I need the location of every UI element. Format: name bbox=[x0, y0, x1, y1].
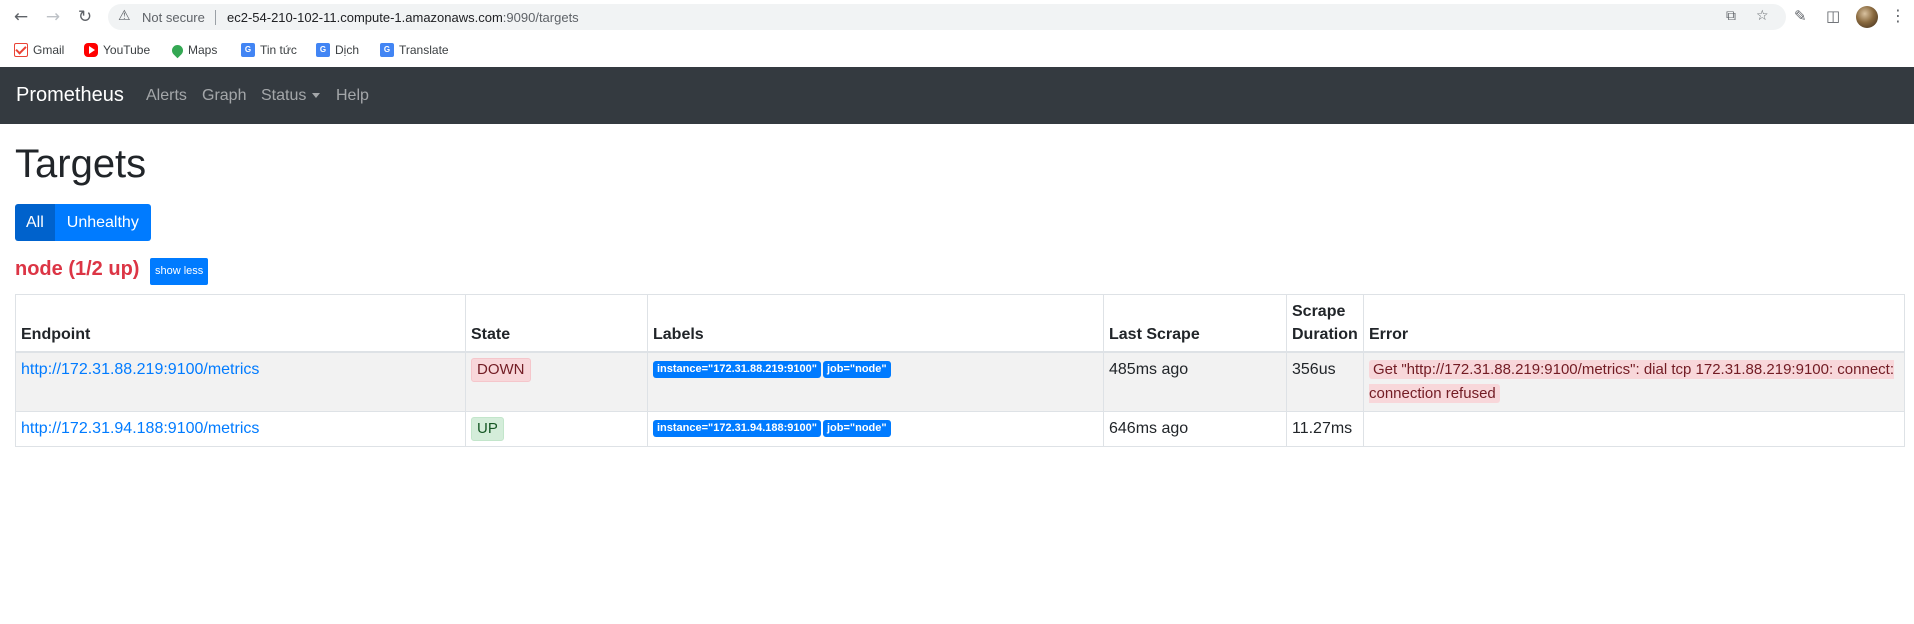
header-scrape-duration: Scrape Duration bbox=[1286, 294, 1364, 353]
error-cell: Get "http://172.31.88.219:9100/metrics":… bbox=[1363, 351, 1905, 412]
nav-status[interactable]: Status bbox=[261, 87, 321, 105]
header-last-scrape: Last Scrape bbox=[1103, 294, 1287, 353]
state-cell: DOWN bbox=[465, 351, 648, 412]
table-row: http://172.31.88.219:9100/metrics DOWN i… bbox=[15, 351, 1905, 412]
nav-alerts[interactable]: Alerts bbox=[146, 87, 187, 105]
nav-graph[interactable]: Graph bbox=[202, 87, 246, 105]
translate-icon: G bbox=[380, 43, 394, 57]
browser-toolbar: ← → ↻ ⚠ Not secure ec2-54-210-102-11.com… bbox=[0, 0, 1914, 34]
menu-icon[interactable]: ⋮ bbox=[1890, 6, 1906, 25]
back-icon[interactable]: ← bbox=[10, 6, 32, 28]
endpoint-cell: http://172.31.88.219:9100/metrics bbox=[15, 351, 466, 412]
label-badge: job="node" bbox=[822, 361, 891, 379]
state-cell: UP bbox=[465, 411, 648, 447]
warning-icon[interactable]: ⚠ bbox=[118, 8, 131, 24]
reload-icon[interactable]: ↻ bbox=[74, 6, 96, 28]
label-badge: instance="172.31.94.188:9100" bbox=[653, 420, 821, 438]
bookmark-dich[interactable]: G Dịch bbox=[316, 41, 359, 59]
bookmark-translate[interactable]: G Translate bbox=[380, 41, 449, 59]
table-header-row: Endpoint State Labels Last Scrape Scrape… bbox=[15, 294, 1905, 353]
bookmark-youtube[interactable]: YouTube bbox=[84, 41, 150, 59]
star-icon[interactable]: ☆ bbox=[1756, 8, 1769, 24]
endpoint-cell: http://172.31.94.188:9100/metrics bbox=[15, 411, 466, 447]
bookmark-maps[interactable]: Maps bbox=[169, 41, 217, 59]
header-labels: Labels bbox=[647, 294, 1104, 353]
error-cell bbox=[1363, 411, 1905, 447]
job-title[interactable]: node (1/2 up) bbox=[15, 258, 139, 281]
brand-link[interactable]: Prometheus bbox=[16, 84, 124, 107]
scrape-duration-cell: 356us bbox=[1286, 351, 1364, 412]
news-icon: G bbox=[241, 43, 255, 57]
extensions-icon[interactable]: ✎ bbox=[1794, 7, 1807, 25]
scrape-duration-cell: 11.27ms bbox=[1286, 411, 1364, 447]
forward-icon[interactable]: → bbox=[42, 6, 64, 28]
table-row: http://172.31.94.188:9100/metrics UP ins… bbox=[15, 411, 1905, 447]
bookmark-news[interactable]: G Tin tức bbox=[241, 41, 297, 59]
translate-icon: G bbox=[316, 43, 330, 57]
address-bar[interactable]: ⚠ Not secure ec2-54-210-102-11.compute-1… bbox=[108, 4, 1786, 30]
app-navbar: Prometheus Alerts Graph Status Help bbox=[0, 67, 1914, 124]
labels-cell: instance="172.31.94.188:9100" job="node" bbox=[647, 411, 1104, 447]
show-less-button[interactable]: show less bbox=[150, 258, 209, 285]
header-state: State bbox=[465, 294, 648, 353]
chevron-down-icon bbox=[312, 93, 321, 99]
profile-avatar[interactable] bbox=[1856, 6, 1878, 28]
endpoint-link[interactable]: http://172.31.94.188:9100/metrics bbox=[21, 420, 259, 437]
divider bbox=[215, 10, 216, 25]
side-panel-icon[interactable]: ◫ bbox=[1826, 7, 1840, 25]
status-badge: UP bbox=[471, 417, 504, 441]
bookmark-gmail[interactable]: Gmail bbox=[14, 41, 64, 59]
labels-cell: instance="172.31.88.219:9100" job="node" bbox=[647, 351, 1104, 412]
share-icon[interactable]: ⧉ bbox=[1726, 8, 1736, 24]
error-badge: Get "http://172.31.88.219:9100/metrics":… bbox=[1369, 360, 1895, 403]
filter-all-button[interactable]: All bbox=[15, 204, 55, 241]
header-error: Error bbox=[1363, 294, 1905, 353]
status-badge: DOWN bbox=[471, 358, 531, 382]
nav-help[interactable]: Help bbox=[336, 87, 369, 105]
url-text[interactable]: ec2-54-210-102-11.compute-1.amazonaws.co… bbox=[227, 10, 579, 25]
label-badge: instance="172.31.88.219:9100" bbox=[653, 361, 821, 379]
youtube-icon bbox=[84, 43, 98, 57]
targets-table: Endpoint State Labels Last Scrape Scrape… bbox=[15, 294, 1905, 447]
last-scrape-cell: 485ms ago bbox=[1103, 351, 1287, 412]
gmail-icon bbox=[14, 43, 28, 57]
security-label[interactable]: Not secure bbox=[142, 10, 205, 25]
bookmarks-bar: Gmail YouTube Maps G Tin tức G Dịch G Tr… bbox=[0, 34, 1914, 67]
filter-unhealthy-button[interactable]: Unhealthy bbox=[54, 204, 151, 241]
maps-icon bbox=[169, 42, 186, 58]
page-title: Targets bbox=[15, 142, 147, 186]
filter-button-group: All Unhealthy bbox=[15, 204, 151, 241]
header-endpoint: Endpoint bbox=[15, 294, 466, 353]
endpoint-link[interactable]: http://172.31.88.219:9100/metrics bbox=[21, 361, 259, 378]
label-badge: job="node" bbox=[822, 420, 891, 438]
last-scrape-cell: 646ms ago bbox=[1103, 411, 1287, 447]
